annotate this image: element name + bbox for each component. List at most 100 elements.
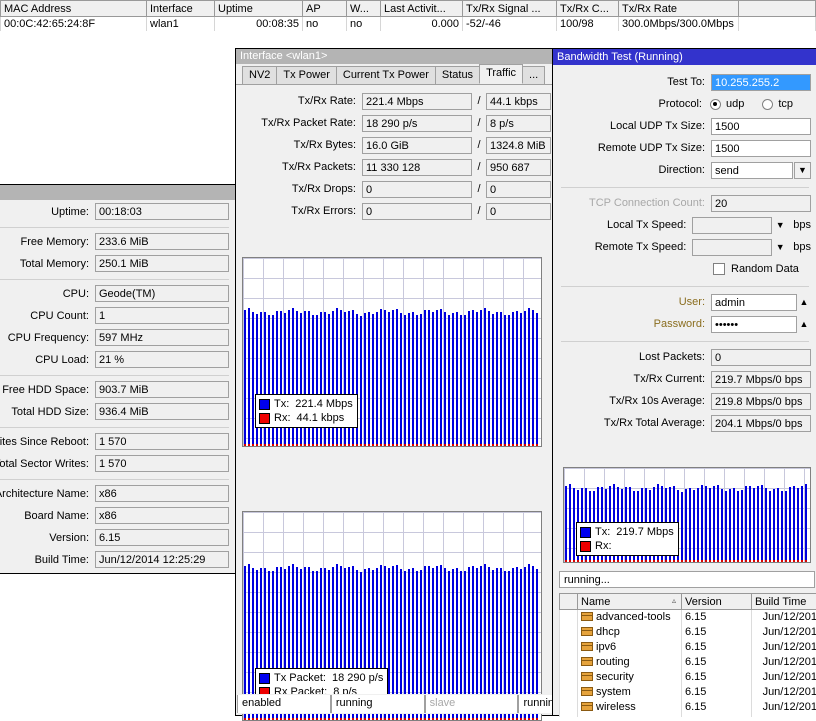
chevron-down-icon[interactable]: ▼ — [772, 242, 788, 252]
registration-table[interactable]: MAC Address Interface Uptime AP W... Las… — [0, 0, 816, 45]
value-architecture-name[interactable]: x86 — [95, 485, 229, 502]
value-board-name[interactable]: x86 — [95, 507, 229, 524]
input-local-udp-tx-size[interactable]: 1500 — [711, 118, 811, 135]
col-tx-rx-signal[interactable]: Tx/Rx Signal ... — [463, 1, 557, 17]
value-rx-rate[interactable]: 44.1 kbps — [486, 93, 551, 110]
label-architecture-name: Architecture Name: — [0, 488, 95, 500]
resources-titlebar[interactable]: ces — [0, 185, 237, 200]
value-version[interactable]: 6.15 — [95, 529, 229, 546]
col-interface[interactable]: Interface — [147, 1, 215, 17]
value-tx-drops[interactable]: 0 — [362, 181, 472, 198]
input-direction[interactable]: send — [711, 162, 793, 179]
value-build-time[interactable]: Jun/12/2014 12:25:29 — [95, 551, 229, 568]
label-direction: Direction: — [559, 164, 711, 176]
col-last-activity[interactable]: Last Activit... — [381, 1, 463, 17]
value-tx-bytes[interactable]: 16.0 GiB — [362, 137, 472, 154]
col-ap[interactable]: AP — [303, 1, 347, 17]
input-user[interactable]: admin — [711, 294, 797, 311]
input-password[interactable]: •••••• — [711, 316, 797, 333]
checkbox-random-data[interactable]: Random Data — [711, 263, 811, 275]
package-row[interactable]: ipv66.15Jun/12/201 — [560, 640, 816, 655]
value-tx-packets[interactable]: 11 330 128 — [362, 159, 472, 176]
col-package-name[interactable]: Name ▵ — [578, 594, 682, 610]
sort-ascending-icon[interactable]: ▵ — [672, 596, 676, 605]
input-local-tx-speed[interactable] — [692, 217, 772, 234]
col-w[interactable]: W... — [347, 1, 381, 17]
package-row[interactable]: dhcp6.15Jun/12/201 — [560, 625, 816, 640]
package-name-label: routing — [596, 656, 630, 668]
col-package-build-time[interactable]: Build Time — [752, 594, 816, 610]
chevron-down-icon[interactable]: ▼ — [794, 162, 811, 179]
input-remote-tx-speed[interactable] — [692, 239, 772, 256]
value-tx-rate[interactable]: 221.4 Mbps — [362, 93, 472, 110]
value-tx-errors[interactable]: 0 — [362, 203, 472, 220]
package-row-selector[interactable] — [560, 700, 578, 715]
package-name-label: security — [596, 671, 634, 683]
value-cpu-frequency[interactable]: 597 MHz — [95, 329, 229, 346]
package-build-time-cell: Jun/12/201 — [752, 685, 816, 700]
col-tx-rx-ccq[interactable]: Tx/Rx C... — [557, 1, 619, 17]
col-package-version[interactable]: Version — [682, 594, 752, 610]
field-tx-rx-current: Tx/Rx Current: 219.7 Mbps/0 bps — [559, 368, 811, 390]
package-row-selector[interactable] — [560, 670, 578, 685]
bandwidth-titlebar[interactable]: Bandwidth Test (Running) — [553, 49, 816, 65]
checkbox-unchecked-icon — [713, 263, 725, 275]
value-free-memory[interactable]: 233.6 MiB — [95, 233, 229, 250]
radio-protocol-udp[interactable]: udp — [710, 98, 744, 110]
table-row[interactable]: 00:0C:42:65:24:8F wlan1 00:08:35 no no 0… — [1, 17, 816, 32]
tab-status[interactable]: Status — [435, 66, 480, 84]
field-architecture-name: Architecture Name: x86 — [0, 483, 229, 504]
col-tx-rx-rate[interactable]: Tx/Rx Rate — [619, 1, 739, 17]
tab-tx-power[interactable]: Tx Power — [276, 66, 336, 84]
value-total-memory[interactable]: 250.1 MiB — [95, 255, 229, 272]
col-mac-address[interactable]: MAC Address — [1, 1, 147, 17]
value-writes-since-reboot[interactable]: 1 570 — [95, 433, 229, 450]
value-uptime[interactable]: 00:18:03 — [95, 203, 229, 220]
resources-window[interactable]: ces Uptime: 00:18:03 Free Memory: 233.6 … — [0, 184, 238, 574]
package-row[interactable]: routing6.15Jun/12/201 — [560, 655, 816, 670]
col-uptime[interactable]: Uptime — [215, 1, 303, 17]
package-header-row: Name ▵ Version Build Time — [560, 594, 816, 610]
package-row-selector[interactable] — [560, 655, 578, 670]
value-total-hdd-size[interactable]: 936.4 MiB — [95, 403, 229, 420]
col-blank[interactable] — [739, 1, 816, 17]
tab-traffic[interactable]: Traffic — [479, 64, 523, 84]
radio-label-tcp: tcp — [778, 98, 793, 110]
value-rx-bytes[interactable]: 1324.8 MiB — [486, 137, 551, 154]
package-list[interactable]: Name ▵ Version Build Time advanced-tools… — [559, 593, 816, 717]
package-row[interactable]: advanced-tools6.15Jun/12/201 — [560, 610, 816, 625]
bandwidth-test-window[interactable]: Bandwidth Test (Running) Test To: 10.255… — [552, 48, 816, 716]
value-rx-errors[interactable]: 0 — [486, 203, 551, 220]
chevron-down-icon[interactable]: ▼ — [772, 220, 788, 230]
package-row-selector[interactable] — [560, 685, 578, 700]
input-tcp-connection-count[interactable]: 20 — [711, 195, 811, 212]
package-name-cell: ipv6 — [578, 640, 682, 655]
interface-window[interactable]: Interface <wlan1> NV2 Tx Power Current T… — [235, 48, 560, 716]
radio-protocol-tcp[interactable]: tcp — [762, 98, 793, 110]
package-row[interactable]: system6.15Jun/12/201 — [560, 685, 816, 700]
value-free-hdd-space[interactable]: 903.7 MiB — [95, 381, 229, 398]
tab-more[interactable]: ... — [522, 66, 545, 84]
value-cpu-count[interactable]: 1 — [95, 307, 229, 324]
col-selector[interactable] — [560, 594, 578, 610]
chevron-up-icon[interactable]: ▲ — [797, 319, 811, 329]
package-row-selector[interactable] — [560, 640, 578, 655]
package-row[interactable]: security6.15Jun/12/201 — [560, 670, 816, 685]
package-row[interactable]: wireless6.15Jun/12/201 — [560, 700, 816, 715]
value-tx-packet-rate[interactable]: 18 290 p/s — [362, 115, 472, 132]
value-rx-packet-rate[interactable]: 8 p/s — [486, 115, 551, 132]
package-row-selector[interactable] — [560, 625, 578, 640]
tab-current-tx-power[interactable]: Current Tx Power — [336, 66, 436, 84]
input-remote-udp-tx-size[interactable]: 1500 — [711, 140, 811, 157]
value-total-sector-writes[interactable]: 1 570 — [95, 455, 229, 472]
value-rx-packets[interactable]: 950 687 — [486, 159, 551, 176]
chevron-up-icon[interactable]: ▲ — [797, 297, 811, 307]
value-rx-drops[interactable]: 0 — [486, 181, 551, 198]
input-test-to[interactable]: 10.255.255.2 — [711, 74, 811, 91]
value-cpu[interactable]: Geode(TM) — [95, 285, 229, 302]
value-cpu-load[interactable]: 21 % — [95, 351, 229, 368]
tab-nv2[interactable]: NV2 — [242, 66, 277, 84]
package-row-selector[interactable] — [560, 610, 578, 625]
bandwidth-title: Bandwidth Test (Running) — [557, 51, 683, 63]
interface-titlebar[interactable]: Interface <wlan1> — [236, 49, 559, 64]
